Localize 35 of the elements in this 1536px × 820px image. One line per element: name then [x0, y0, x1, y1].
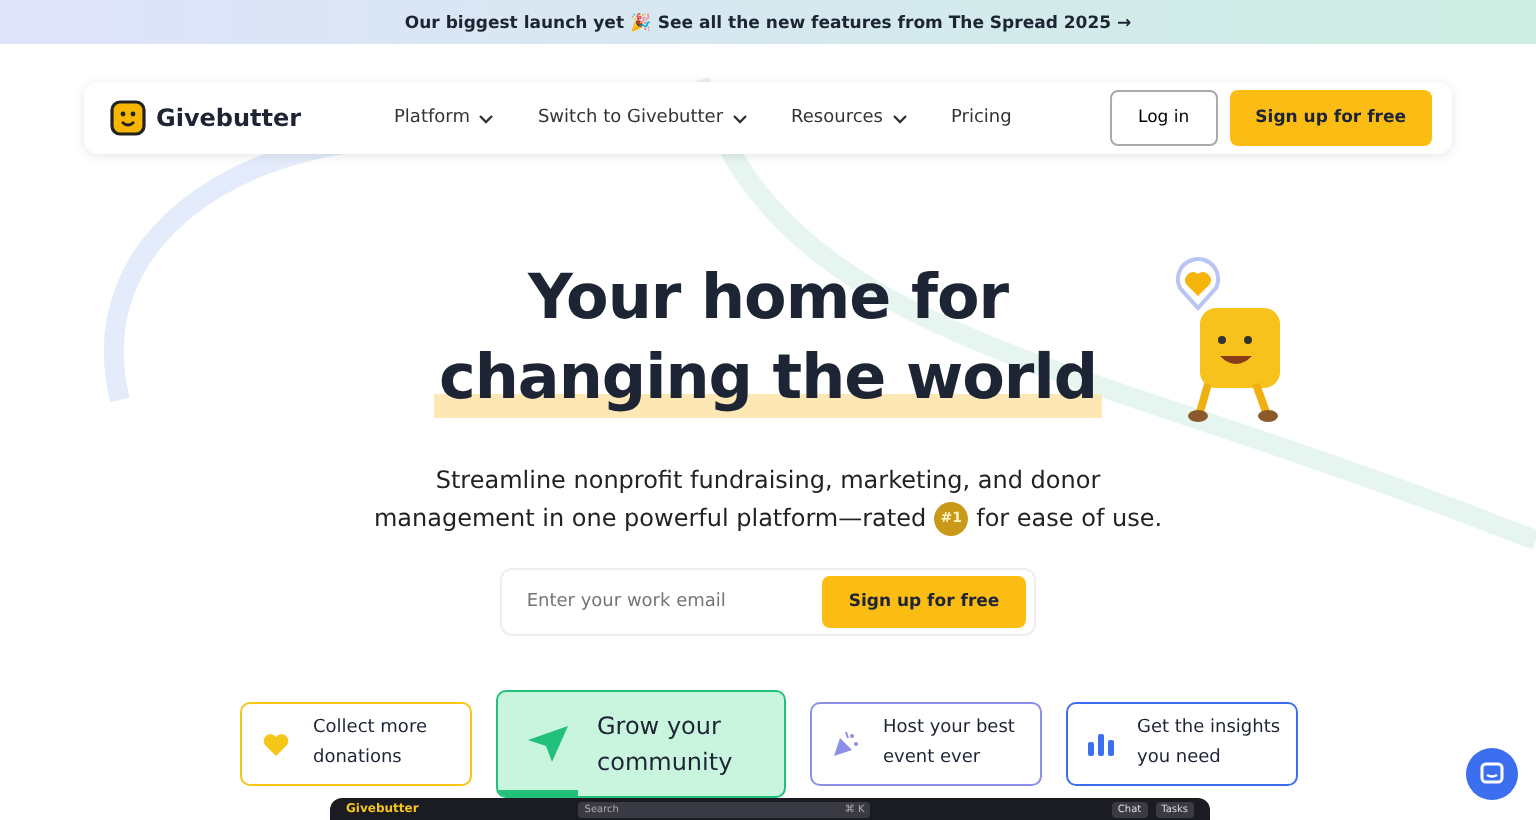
nav-link[interactable]: Platform — [394, 108, 494, 128]
chevron-icon — [731, 113, 748, 123]
paper-plane-icon — [525, 724, 569, 764]
announcement-banner[interactable]: Our biggest launch yet 🎉 See all the new features from The Spread 2025 → — [0, 0, 1536, 44]
chat-button[interactable] — [1466, 748, 1518, 800]
nav-link[interactable]: Switch to Givebutter — [537, 108, 748, 128]
feature-tab-label: Grow your — [597, 710, 723, 744]
hero-subtitle: management in one powerful platform—rated — [373, 502, 927, 536]
feature-tab-label: you need — [1137, 746, 1223, 772]
feature-tab[interactable]: Collect more donations — [239, 702, 471, 786]
hero-title: Your home for — [527, 260, 1009, 338]
hero-subtitle: Streamline nonprofit fundraising, marketing, and donor — [435, 464, 1101, 498]
nav-link[interactable]: Pricing — [951, 108, 1012, 128]
chevron-icon — [891, 113, 907, 123]
hero-subtitle: for ease of use. — [976, 502, 1163, 536]
brand-name[interactable]: Givebutter — [156, 104, 302, 132]
signup-button[interactable]: Sign up for free — [822, 576, 1026, 628]
feature-tab-label: donations — [313, 746, 404, 772]
heart-icon — [261, 731, 289, 757]
bar-chart-icon — [1087, 732, 1113, 756]
login-button[interactable]: Log in — [1110, 90, 1218, 146]
feature-tab-label: community — [597, 746, 733, 780]
signup-button[interactable]: Sign up for free — [1229, 90, 1432, 146]
feature-tab[interactable]: Host your best event ever — [809, 702, 1041, 786]
logo-icon — [110, 100, 146, 136]
feature-tab-label: Get the insights — [1137, 716, 1281, 742]
feature-tab-label: event ever — [883, 746, 983, 772]
chevron-icon — [477, 113, 494, 123]
feature-tab[interactable]: Grow your community — [495, 690, 785, 798]
chat-icon — [1480, 762, 1504, 786]
feature-tab-label: Host your best — [883, 716, 1015, 742]
nav-link[interactable]: Resources — [791, 108, 907, 128]
feature-tab-label: Collect more — [313, 716, 427, 742]
party-popper-icon — [831, 730, 859, 758]
feature-tab[interactable]: Get the insights you need — [1065, 702, 1297, 786]
